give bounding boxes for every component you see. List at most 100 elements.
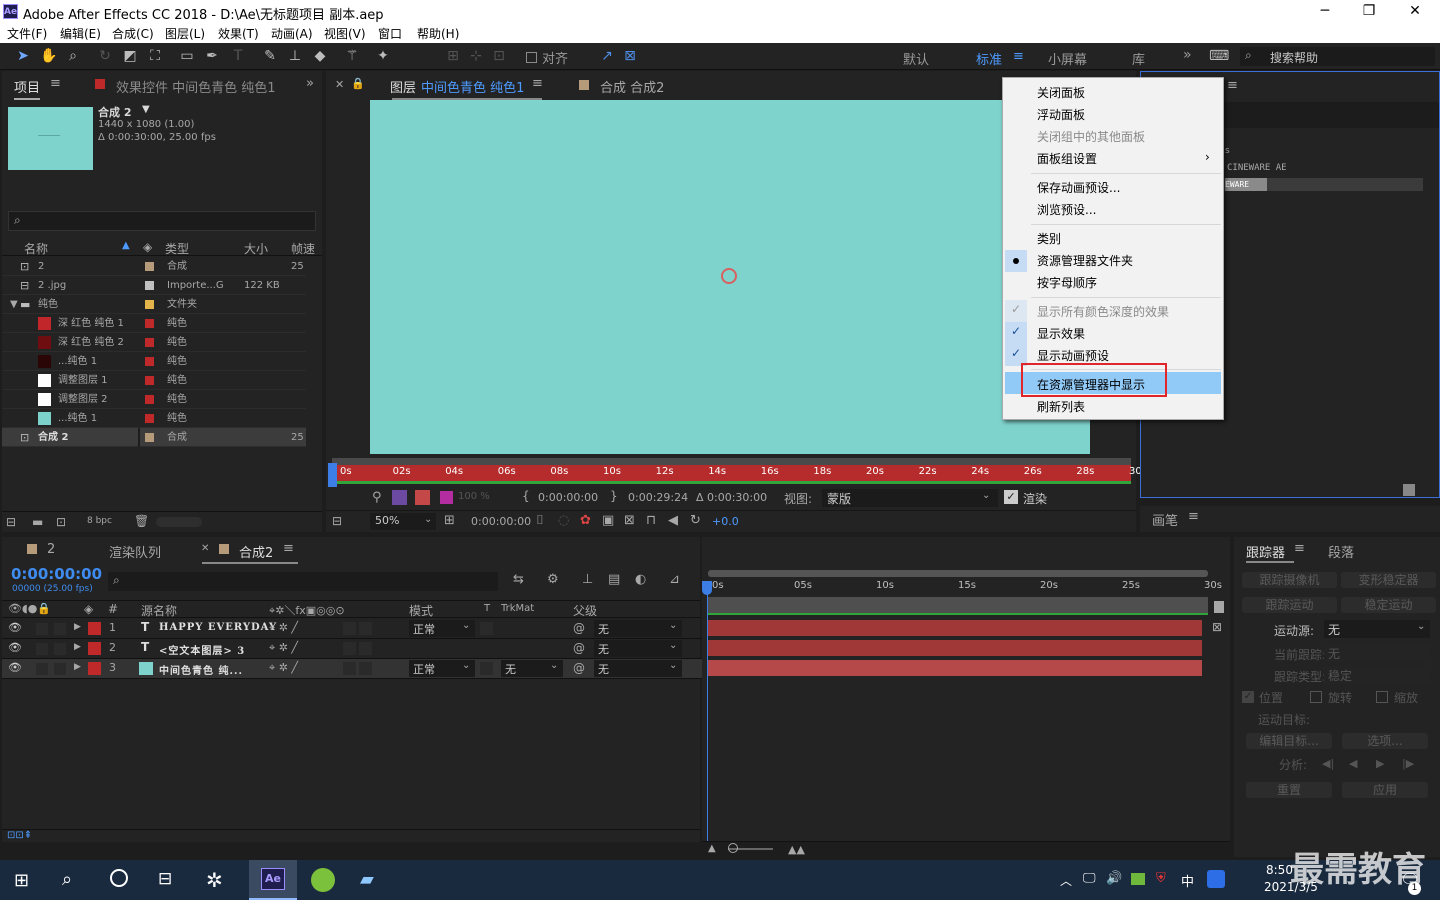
item-label-color[interactable] [145,376,154,385]
col-size[interactable]: 大小 [244,240,268,257]
mask-path-icon[interactable]: ⊓ [646,513,656,528]
pick-whip-icon[interactable]: @ [573,661,585,675]
help-search-box[interactable]: ⌕ 搜索帮助 [1240,47,1435,66]
menu-browse-presets[interactable]: 浏览预设... [1037,201,1096,218]
onion-skin-icon[interactable] [392,490,407,505]
layer-label-color[interactable] [88,662,101,675]
rotate-tool-icon[interactable]: ↻ [95,47,115,65]
project-item-row[interactable]: ▼ ▬ 纯色 文件夹 [2,295,306,314]
zoom-navigator[interactable] [708,570,1208,577]
project-item-row[interactable]: 深 红色 纯色 1 纯色 [2,314,306,333]
item-label-color[interactable] [145,338,154,347]
tab-comp-2[interactable]: 2 [47,542,55,557]
current-time[interactable]: 0:00:00:00 [471,515,531,528]
puppet-pin-tool-icon[interactable]: ✦ [373,47,393,65]
sort-ascending-icon[interactable]: ▲ [122,240,130,251]
selection-tool-icon[interactable]: ➤ [13,47,33,65]
menu-window[interactable]: 窗口 [378,25,402,42]
pan-behind-tool-icon[interactable]: ⛶ [145,47,165,65]
expand-arrow-icon[interactable]: ▶ [74,642,81,652]
task-view-icon[interactable]: ⊟ [158,869,172,889]
bpc-label[interactable]: 8 bpc [87,516,112,526]
item-label-color[interactable] [145,357,154,366]
close-tab-icon[interactable]: ✕ [335,78,344,91]
tab-brush[interactable]: 画笔 [1152,510,1178,529]
frame-blending-icon[interactable]: ▤ [608,572,620,587]
minimize-button[interactable]: ─ [1302,0,1348,23]
close-tab-icon[interactable]: ✕ [201,543,209,554]
text-tool-icon[interactable]: T [228,47,248,65]
menu-help[interactable]: 帮助(H) [417,25,459,42]
layer-name[interactable]: <空文本图层> 3 [159,642,245,657]
menu-categories[interactable]: 类别 [1037,230,1061,247]
project-item-row[interactable]: 深 红色 纯色 2 纯色 [2,333,306,352]
puppet-icon[interactable]: ⚲ [372,490,382,505]
current-track-dropdown[interactable]: 无 [1324,644,1430,662]
view-dropdown[interactable]: 蒙版 ⌄ [822,489,998,507]
layer-bar-2[interactable] [708,640,1202,656]
color-swatch-icon[interactable] [440,491,453,504]
track-type-dropdown[interactable]: 稳定 [1324,666,1430,684]
timeline-ruler[interactable]: 0s 05s 10s 15s 20s 25s 30s [708,577,1222,595]
exposure-value[interactable]: +0.0 [712,515,739,528]
menu-show-presets[interactable]: 显示动画预设 [1037,347,1109,364]
tab-comp2[interactable]: 合成2 [239,542,273,561]
project-item-row[interactable]: ⊡ 合成 2 合成 25 [2,428,306,447]
switch-cell[interactable] [359,662,372,675]
preserve-transparency-checkbox[interactable] [480,662,493,675]
pick-whip-icon[interactable]: @ [573,621,585,635]
parent-dropdown[interactable]: 无 ⌄ [594,620,682,637]
tab-tracker[interactable]: 跟踪器 [1246,542,1285,561]
reset-button[interactable]: 重置 [1246,782,1332,798]
stabilize-motion-button[interactable]: 稳定运动 [1341,597,1436,613]
lock-toggle[interactable] [54,623,66,635]
col-type[interactable]: 类型 [165,240,189,257]
fast-preview-icon[interactable]: ◀ [668,513,678,528]
track-motion-button[interactable]: 跟踪运动 [1242,597,1337,613]
menu-save-preset[interactable]: 保存动画预设... [1037,179,1120,196]
rotation-checkbox[interactable] [1310,691,1322,703]
tracker-menu-icon[interactable]: ≡ [1294,541,1305,556]
clock-time[interactable]: 8:50 [1266,863,1293,877]
trash-icon[interactable]: 🗑 [134,514,149,528]
resolution-icon[interactable]: ▣ [602,513,614,528]
notebook-app-icon[interactable]: ▰ [360,869,374,890]
menu-composition[interactable]: 合成(C) [112,25,154,42]
col-source-name[interactable]: 源名称 [141,602,177,619]
thumbnail-size-slider[interactable] [156,517,202,527]
av-features-icon[interactable]: 👁◖●🔒 [8,602,51,615]
new-comp-icon[interactable]: ⊡ [56,515,66,529]
snap-edge-icon[interactable]: ↗ [597,47,617,65]
audio-toggle[interactable] [36,623,48,635]
snap-feather-icon[interactable]: ⊠ [620,47,640,65]
set-out-icon[interactable]: } [610,489,618,503]
visibility-eye-icon[interactable]: 👁 [8,641,22,654]
apply-button[interactable]: 应用 [1342,782,1428,798]
show-snapshot-icon[interactable]: ◌ [558,513,569,528]
close-button[interactable]: ✕ [1392,0,1438,23]
expand-arrow-icon[interactable]: ▶ [74,662,81,672]
project-item-row[interactable]: 调整图层 1 纯色 [2,371,306,390]
comp-mini-flowchart-icon[interactable]: ⇆ [513,572,524,587]
menu-close-others[interactable]: 关闭组中的其他面板 [1037,128,1145,145]
timeline-search-input[interactable]: ⌕ [108,572,498,591]
zoom-slider-handle[interactable] [728,843,738,853]
item-label-color[interactable] [145,300,154,309]
tab-layer-name[interactable]: 中间色青色 纯色1 [421,77,524,96]
effects-panel-menu-icon[interactable]: ≡ [1227,78,1238,93]
analyze-forward-all-icon[interactable]: |▶ [1402,757,1414,770]
track-camera-button[interactable]: 跟踪摄像机 [1242,572,1337,588]
qq-icon[interactable] [1207,870,1225,888]
workspace-library[interactable]: 库 [1132,49,1145,68]
parent-dropdown[interactable]: 无 ⌄ [594,660,682,677]
audio-toggle[interactable] [36,663,48,675]
label-column-icon[interactable]: ◈ [143,240,152,254]
scale-checkbox[interactable] [1376,691,1388,703]
layer-label-color[interactable] [88,642,101,655]
render-checkbox[interactable]: ✓ [1004,490,1018,504]
project-item-row[interactable]: ...纯色 1 纯色 [2,409,306,428]
edit-target-button[interactable]: 编辑目标... [1246,733,1332,749]
render-icon[interactable] [415,490,430,505]
camera-tool-icon[interactable]: ◩ [120,47,140,65]
tab-effect-controls[interactable]: 效果控件 中间色青色 纯色1 [116,77,276,96]
